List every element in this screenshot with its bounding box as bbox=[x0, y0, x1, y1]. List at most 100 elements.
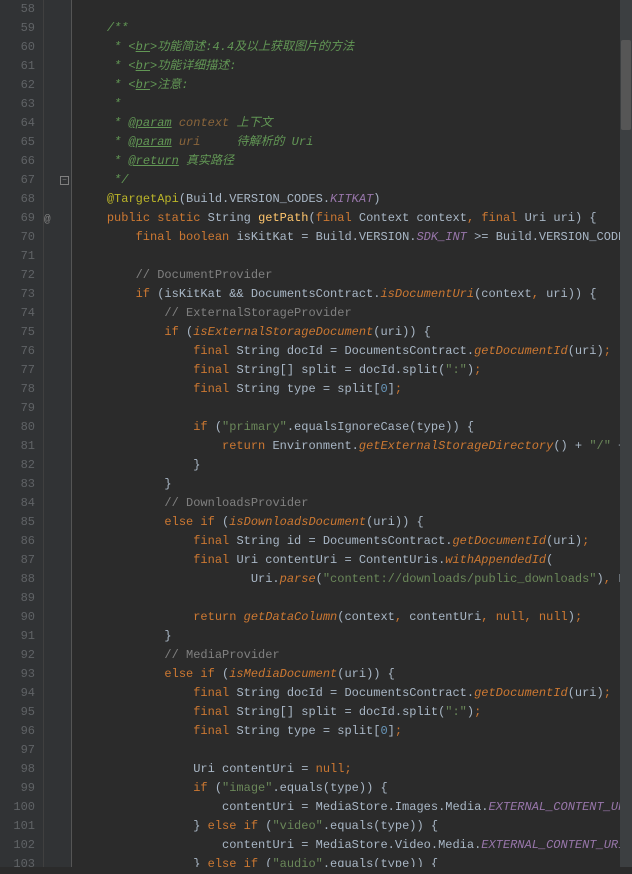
line-number: 103 bbox=[12, 855, 35, 874]
line-number: 68 bbox=[12, 190, 35, 209]
override-marker-icon[interactable]: @ bbox=[44, 211, 51, 230]
code-line[interactable]: else if (isDownloadsDocument(uri)) { bbox=[78, 513, 632, 532]
code-line[interactable]: * <br>注意: bbox=[78, 76, 632, 95]
code-line[interactable]: // ExternalStorageProvider bbox=[78, 304, 632, 323]
code-line[interactable]: } else if ("audio".equals(type)) { bbox=[78, 855, 632, 867]
line-number: 77 bbox=[12, 361, 35, 380]
line-number: 92 bbox=[12, 646, 35, 665]
code-line[interactable]: final boolean isKitKat = Build.VERSION.S… bbox=[78, 228, 632, 247]
code-line[interactable]: return Environment.getExternalStorageDir… bbox=[78, 437, 632, 456]
line-number: 64 bbox=[12, 114, 35, 133]
line-number: 75 bbox=[12, 323, 35, 342]
code-line[interactable]: contentUri = MediaStore.Images.Media.EXT… bbox=[78, 798, 632, 817]
line-number: 85 bbox=[12, 513, 35, 532]
code-line[interactable]: final String id = DocumentsContract.getD… bbox=[78, 532, 632, 551]
line-number: 58 bbox=[12, 0, 35, 19]
line-number: 84 bbox=[12, 494, 35, 513]
marker-column: @ bbox=[44, 0, 58, 867]
code-line[interactable]: @TargetApi(Build.VERSION_CODES.KITKAT) bbox=[78, 190, 632, 209]
code-line[interactable]: // DownloadsProvider bbox=[78, 494, 632, 513]
fold-column: − bbox=[58, 0, 72, 867]
code-line[interactable]: final String type = split[0]; bbox=[78, 380, 632, 399]
line-number: 72 bbox=[12, 266, 35, 285]
code-line[interactable]: if (isKitKat && DocumentsContract.isDocu… bbox=[78, 285, 632, 304]
code-line[interactable]: else if (isMediaDocument(uri)) { bbox=[78, 665, 632, 684]
line-number: 98 bbox=[12, 760, 35, 779]
code-line[interactable]: } bbox=[78, 456, 632, 475]
line-number: 70 bbox=[12, 228, 35, 247]
code-line[interactable]: // MediaProvider bbox=[78, 646, 632, 665]
line-number: 80 bbox=[12, 418, 35, 437]
line-number: 99 bbox=[12, 779, 35, 798]
line-number: 73 bbox=[12, 285, 35, 304]
code-line[interactable]: * @return 真实路径 bbox=[78, 152, 632, 171]
code-line[interactable]: final String type = split[0]; bbox=[78, 722, 632, 741]
code-line[interactable]: } bbox=[78, 627, 632, 646]
line-number: 87 bbox=[12, 551, 35, 570]
code-line[interactable] bbox=[78, 741, 632, 760]
code-line[interactable]: // DocumentProvider bbox=[78, 266, 632, 285]
code-line[interactable]: if (isExternalStorageDocument(uri)) { bbox=[78, 323, 632, 342]
code-line[interactable]: contentUri = MediaStore.Video.Media.EXTE… bbox=[78, 836, 632, 855]
line-number: 65 bbox=[12, 133, 35, 152]
fold-toggle-icon[interactable]: − bbox=[60, 176, 69, 185]
line-number: 94 bbox=[12, 684, 35, 703]
code-line[interactable] bbox=[78, 247, 632, 266]
code-line[interactable]: * @param uri 待解析的 Uri bbox=[78, 133, 632, 152]
code-line[interactable]: * <br>功能详细描述: bbox=[78, 57, 632, 76]
line-number: 82 bbox=[12, 456, 35, 475]
code-line[interactable] bbox=[78, 399, 632, 418]
line-number: 69 bbox=[12, 209, 35, 228]
vertical-scrollbar[interactable] bbox=[620, 0, 632, 867]
line-number: 67 bbox=[12, 171, 35, 190]
line-number: 88 bbox=[12, 570, 35, 589]
line-number: 79 bbox=[12, 399, 35, 418]
gutter: 5859606162636465666768697071727374757677… bbox=[0, 0, 44, 867]
code-line[interactable]: * <br>功能简述:4.4及以上获取图片的方法 bbox=[78, 38, 632, 57]
line-number: 96 bbox=[12, 722, 35, 741]
code-line[interactable]: */ bbox=[78, 171, 632, 190]
code-line[interactable]: Uri contentUri = null; bbox=[78, 760, 632, 779]
line-number: 78 bbox=[12, 380, 35, 399]
line-number: 86 bbox=[12, 532, 35, 551]
code-line[interactable]: final String docId = DocumentsContract.g… bbox=[78, 342, 632, 361]
line-number: 63 bbox=[12, 95, 35, 114]
line-number: 71 bbox=[12, 247, 35, 266]
code-line[interactable]: * bbox=[78, 95, 632, 114]
line-number: 89 bbox=[12, 589, 35, 608]
line-number: 102 bbox=[12, 836, 35, 855]
line-number: 66 bbox=[12, 152, 35, 171]
scrollbar-thumb[interactable] bbox=[621, 40, 631, 130]
code-line[interactable]: final String[] split = docId.split(":"); bbox=[78, 703, 632, 722]
code-line[interactable]: final String[] split = docId.split(":"); bbox=[78, 361, 632, 380]
code-line[interactable]: final Uri contentUri = ContentUris.withA… bbox=[78, 551, 632, 570]
code-line[interactable]: * @param context 上下文 bbox=[78, 114, 632, 133]
code-line[interactable]: if ("image".equals(type)) { bbox=[78, 779, 632, 798]
line-number: 97 bbox=[12, 741, 35, 760]
line-number: 93 bbox=[12, 665, 35, 684]
code-area[interactable]: /** * <br>功能简述:4.4及以上获取图片的方法 * <br>功能详细描… bbox=[72, 0, 632, 867]
line-number: 62 bbox=[12, 76, 35, 95]
code-line[interactable]: } bbox=[78, 475, 632, 494]
code-line[interactable] bbox=[78, 589, 632, 608]
code-editor[interactable]: 5859606162636465666768697071727374757677… bbox=[0, 0, 632, 867]
code-line[interactable]: public static String getPath(final Conte… bbox=[78, 209, 632, 228]
line-number: 61 bbox=[12, 57, 35, 76]
line-number: 81 bbox=[12, 437, 35, 456]
code-line[interactable]: return getDataColumn(context, contentUri… bbox=[78, 608, 632, 627]
line-number: 83 bbox=[12, 475, 35, 494]
code-line[interactable]: Uri.parse("content://downloads/public_do… bbox=[78, 570, 632, 589]
code-line[interactable]: if ("primary".equalsIgnoreCase(type)) { bbox=[78, 418, 632, 437]
line-number: 100 bbox=[12, 798, 35, 817]
code-line[interactable]: /** bbox=[78, 19, 632, 38]
code-line[interactable]: } else if ("video".equals(type)) { bbox=[78, 817, 632, 836]
line-number: 91 bbox=[12, 627, 35, 646]
line-number: 59 bbox=[12, 19, 35, 38]
line-number: 60 bbox=[12, 38, 35, 57]
line-number: 76 bbox=[12, 342, 35, 361]
code-line[interactable]: final String docId = DocumentsContract.g… bbox=[78, 684, 632, 703]
line-number: 95 bbox=[12, 703, 35, 722]
code-line[interactable] bbox=[78, 0, 632, 19]
line-number: 101 bbox=[12, 817, 35, 836]
line-number: 74 bbox=[12, 304, 35, 323]
